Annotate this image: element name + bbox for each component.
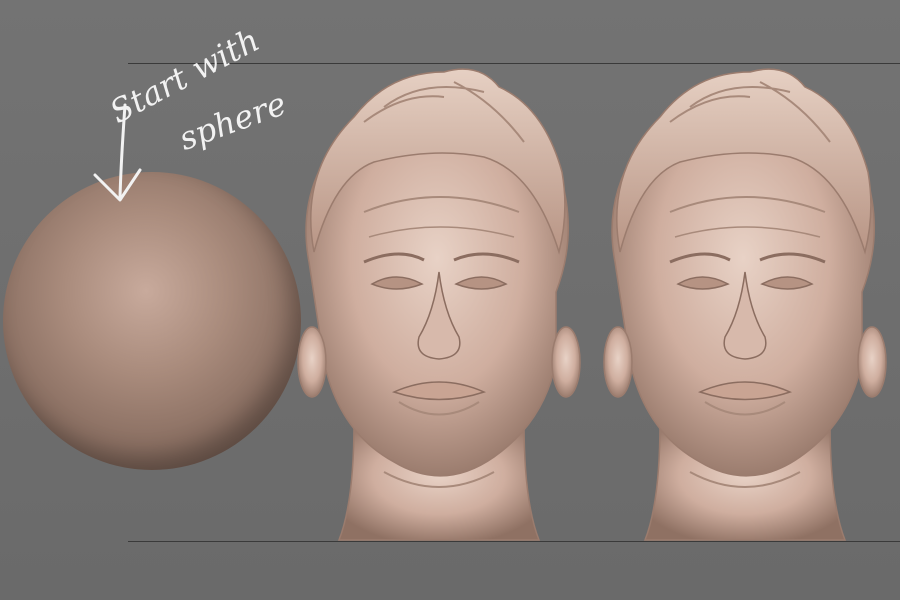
- sculpted-head-model-1[interactable]: [294, 62, 584, 542]
- handwritten-annotation: Start with sphere: [93, 21, 295, 210]
- right-ear: [857, 326, 887, 398]
- left-ear: [297, 326, 327, 398]
- right-ear: [551, 326, 581, 398]
- viewport-canvas[interactable]: Start with sphere: [0, 0, 900, 600]
- sculpted-head-model-2[interactable]: [600, 62, 890, 542]
- annotation-arrow-icon: [93, 103, 142, 202]
- left-ear: [603, 326, 633, 398]
- sphere-primitive[interactable]: [3, 172, 301, 470]
